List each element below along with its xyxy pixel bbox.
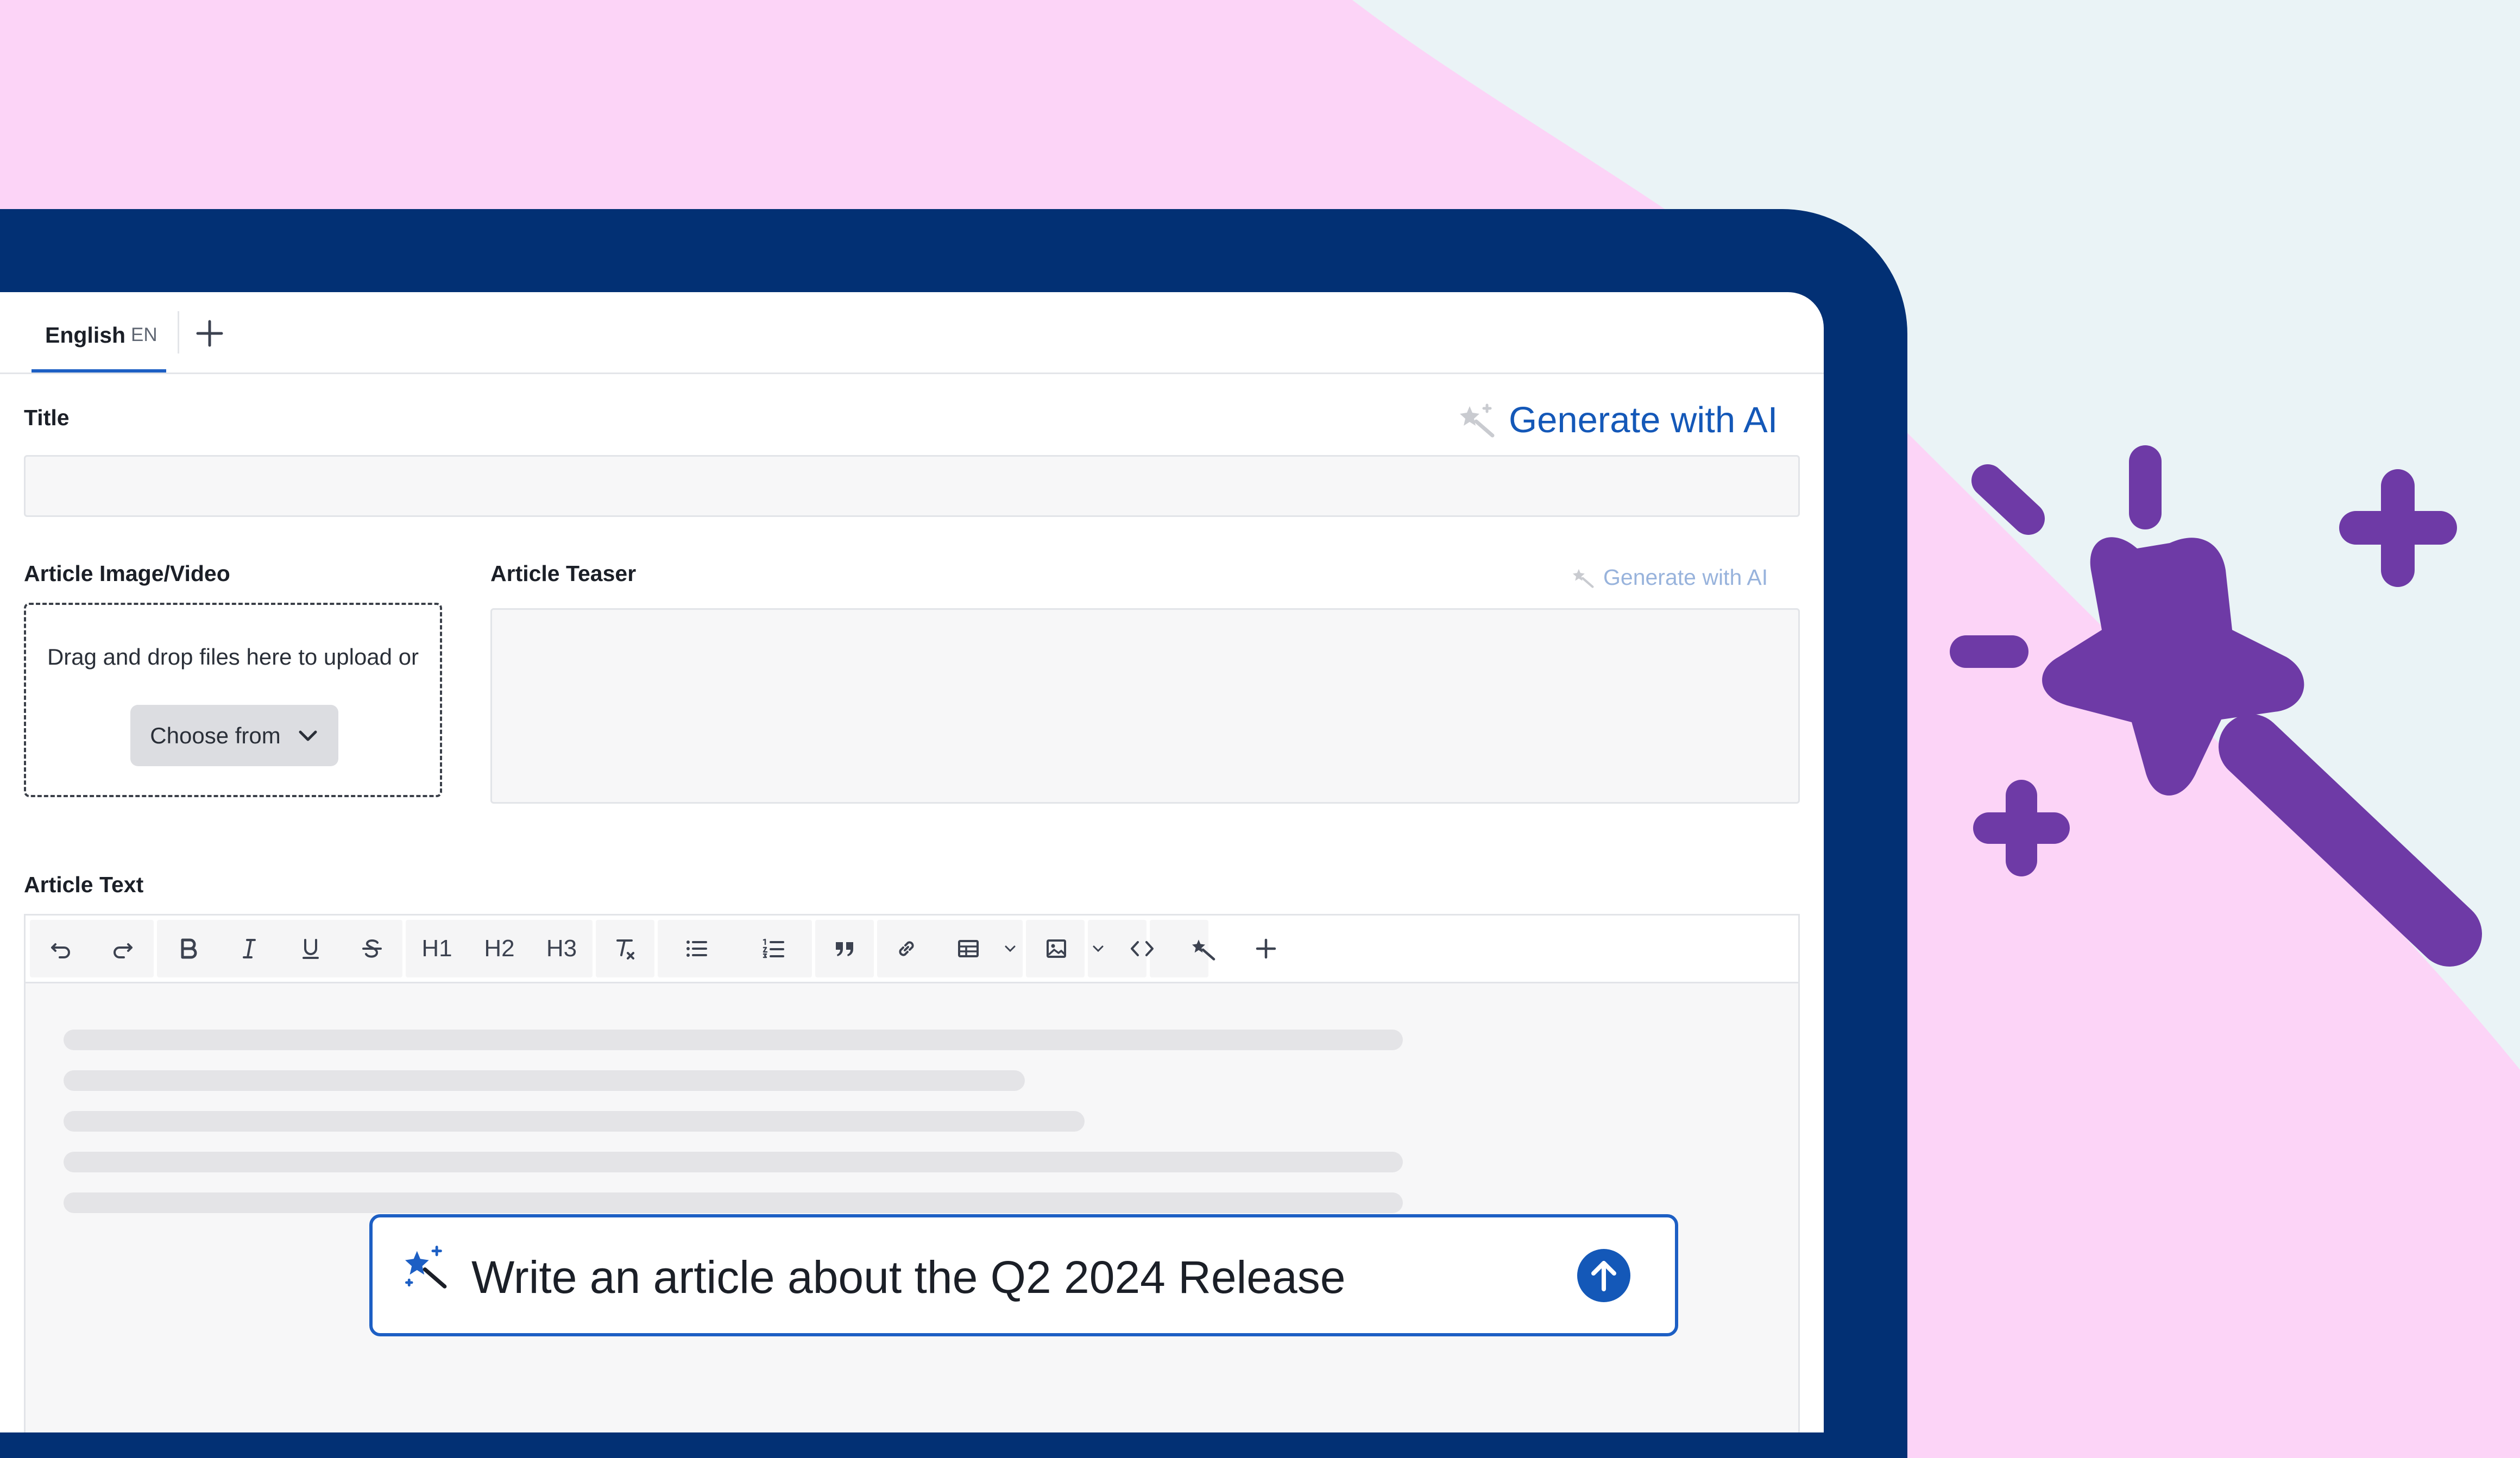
- skeleton-line: [64, 1111, 1085, 1132]
- skeleton-line: [64, 1070, 1025, 1091]
- media-label: Article Image/Video: [24, 561, 230, 586]
- ai-assist-button[interactable]: [1175, 920, 1233, 977]
- strikethrough-button[interactable]: [341, 920, 402, 977]
- choose-from-button[interactable]: Choose from: [130, 705, 338, 766]
- article-text-label: Article Text: [24, 872, 144, 897]
- send-prompt-button[interactable]: [1577, 1249, 1630, 1302]
- bold-button[interactable]: [157, 920, 218, 977]
- code-button[interactable]: [1113, 920, 1171, 977]
- magic-wand-icon: [405, 1246, 447, 1289]
- tab-language-code: EN: [131, 324, 158, 345]
- italic-button[interactable]: [218, 920, 280, 977]
- heading-1-button[interactable]: H1: [406, 920, 468, 977]
- heading-3-button[interactable]: H3: [531, 920, 593, 977]
- numbered-list-icon: [763, 938, 784, 958]
- redo-icon: [114, 943, 133, 958]
- numbered-list-button[interactable]: [735, 920, 812, 977]
- undo-icon: [51, 943, 70, 958]
- plus-icon: [1256, 938, 1276, 959]
- h2-label: H2: [484, 935, 515, 962]
- teaser-generate-with-ai-button[interactable]: Generate with AI: [1573, 558, 1768, 596]
- generate-with-ai-button[interactable]: Generate with AI: [1460, 387, 1778, 452]
- chevron-down-icon: [1093, 945, 1104, 952]
- skeleton-line: [64, 1152, 1403, 1172]
- redo-button[interactable]: [92, 920, 154, 977]
- undo-button[interactable]: [30, 920, 92, 977]
- quote-icon: [836, 942, 853, 956]
- image-dropdown-button[interactable]: [1086, 920, 1111, 977]
- link-icon: [899, 941, 914, 956]
- dropzone-text: Drag and drop files here to upload or: [47, 644, 419, 670]
- table-dropdown-button[interactable]: [998, 920, 1023, 977]
- skeleton-line: [64, 1030, 1403, 1050]
- media-dropzone[interactable]: Drag and drop files here to upload or Ch…: [24, 603, 442, 797]
- bullet-list-button[interactable]: [658, 920, 735, 977]
- image-icon: [1047, 939, 1066, 958]
- editor-panel: English EN Title Generate with AI Articl…: [0, 292, 1824, 1432]
- link-button[interactable]: [877, 920, 936, 977]
- add-language-button[interactable]: [190, 314, 229, 353]
- bold-icon: [181, 938, 197, 959]
- blockquote-button[interactable]: [815, 920, 874, 977]
- teaser-input[interactable]: [490, 608, 1800, 804]
- magic-wand-icon: [1192, 939, 1215, 961]
- editor-toolbar: H1 H2 H3: [24, 914, 1800, 983]
- bullet-list-icon: [686, 941, 707, 957]
- tab-divider: [178, 311, 179, 354]
- teaser-generate-with-ai-label: Generate with AI: [1603, 564, 1768, 590]
- chevron-down-icon: [299, 730, 317, 741]
- underline-button[interactable]: [280, 920, 341, 977]
- generate-with-ai-label: Generate with AI: [1509, 399, 1778, 440]
- magic-wand-icon: [1460, 403, 1495, 438]
- h1-label: H1: [421, 935, 452, 962]
- more-insert-button[interactable]: [1237, 920, 1295, 977]
- tab-language-name: English: [45, 323, 126, 348]
- table-button[interactable]: [936, 920, 1001, 977]
- magic-wand-icon: [1573, 569, 1594, 588]
- arrow-up-icon: [1577, 1249, 1630, 1302]
- title-label: Title: [24, 405, 70, 430]
- choose-from-label: Choose from: [150, 722, 281, 748]
- clear-formatting-icon: [616, 939, 634, 960]
- tab-english[interactable]: English EN: [32, 292, 166, 373]
- underline-icon: [302, 939, 319, 959]
- table-icon: [958, 940, 979, 957]
- h3-label: H3: [546, 935, 577, 962]
- skeleton-line: [64, 1192, 1403, 1213]
- language-tabbar: English EN: [0, 292, 1824, 374]
- image-button[interactable]: [1026, 920, 1087, 977]
- title-input[interactable]: [24, 455, 1800, 517]
- clear-formatting-button[interactable]: [596, 920, 654, 977]
- italic-icon: [242, 939, 256, 958]
- chevron-down-icon: [1005, 945, 1016, 952]
- article-text-editor[interactable]: [24, 983, 1800, 1432]
- ai-prompt-input[interactable]: Write an article about the Q2 2024 Relea…: [369, 1214, 1678, 1336]
- heading-2-button[interactable]: H2: [468, 920, 531, 977]
- ai-prompt-text: Write an article about the Q2 2024 Relea…: [471, 1252, 1346, 1303]
- teaser-label: Article Teaser: [490, 561, 637, 586]
- strikethrough-icon: [362, 939, 382, 958]
- code-icon: [1131, 941, 1154, 956]
- magic-wand-illustration-icon: [1950, 445, 2482, 967]
- plus-icon: [196, 320, 223, 347]
